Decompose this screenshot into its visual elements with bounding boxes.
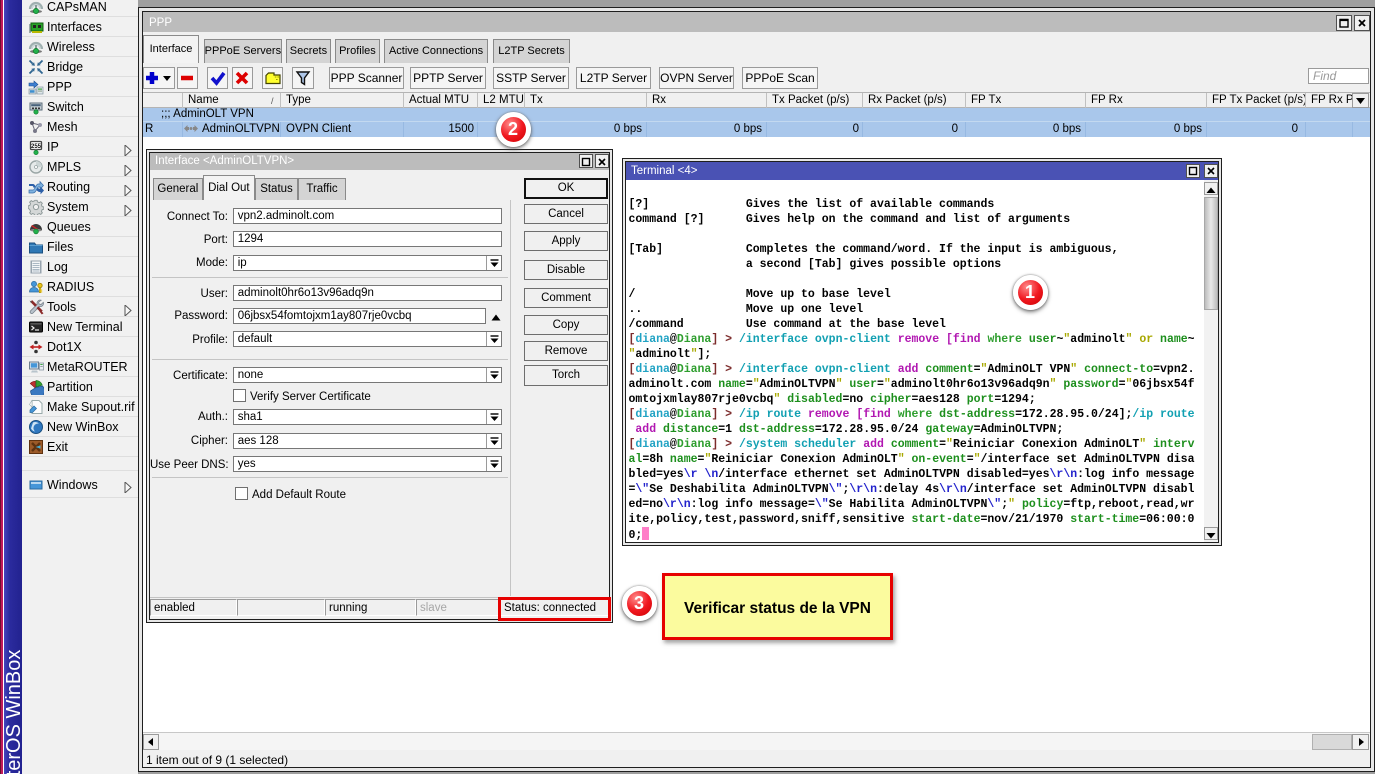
svg-text:255: 255: [31, 144, 42, 150]
